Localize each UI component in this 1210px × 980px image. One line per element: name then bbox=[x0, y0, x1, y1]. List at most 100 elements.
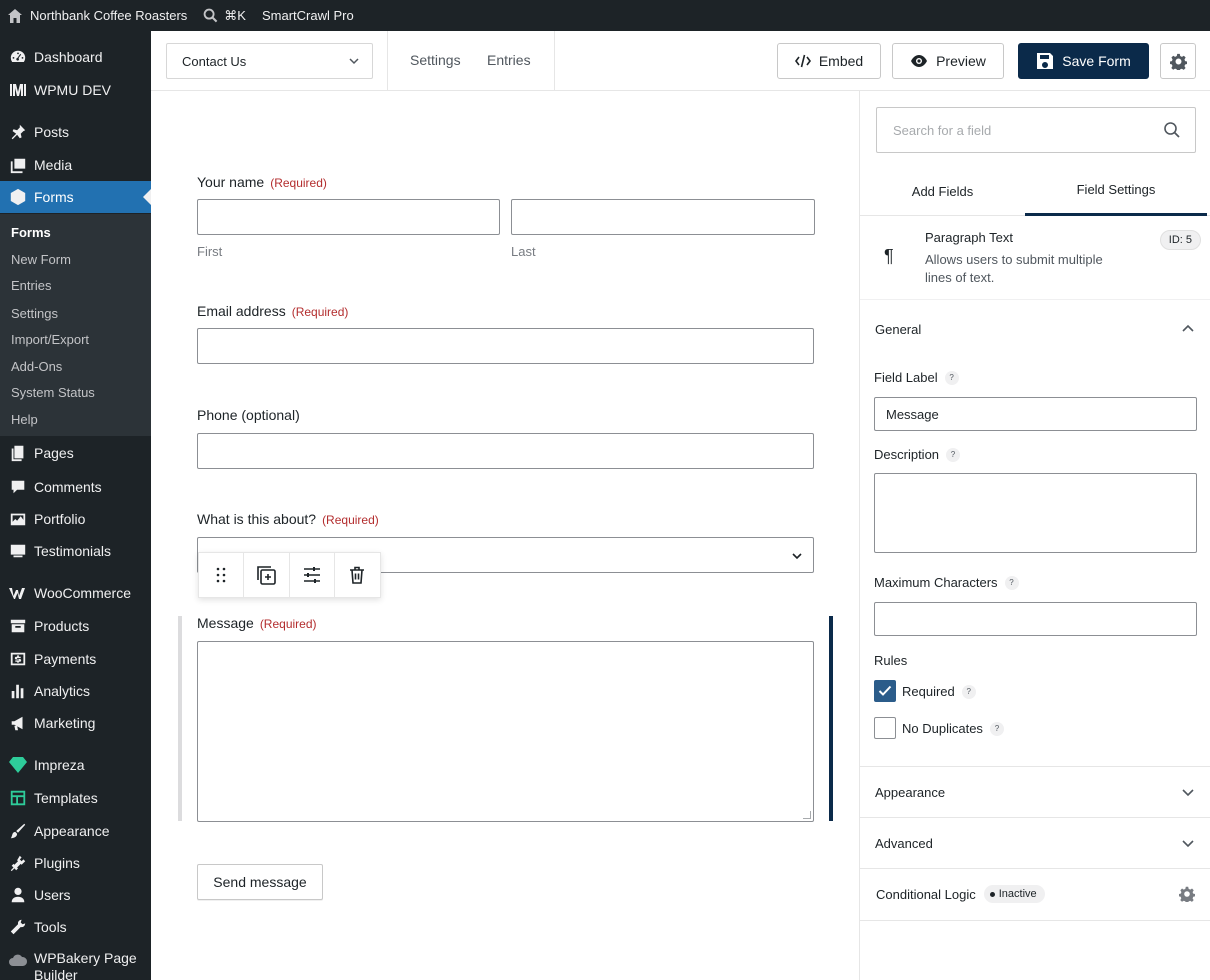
required-checkbox[interactable] bbox=[874, 680, 896, 702]
field-type-description: Allows users to submit multiple lines of… bbox=[925, 252, 1103, 285]
save-form-button[interactable]: Save Form bbox=[1018, 43, 1149, 79]
sidebar-item-label: Comments bbox=[34, 479, 102, 495]
send-message-button[interactable]: Send message bbox=[197, 864, 323, 900]
help-icon[interactable]: ? bbox=[989, 721, 1004, 736]
sidebar-item-users[interactable]: Users bbox=[0, 879, 151, 911]
delete-field-button[interactable] bbox=[335, 553, 380, 597]
description-textarea[interactable] bbox=[874, 473, 1197, 553]
megaphone-icon bbox=[8, 713, 28, 733]
entries-link[interactable]: Entries bbox=[487, 52, 531, 68]
sidebar-item-plugins[interactable]: Plugins bbox=[0, 847, 151, 879]
sidebar-item-comments[interactable]: Comments bbox=[0, 471, 151, 503]
duplicate-field-button[interactable] bbox=[244, 553, 290, 597]
site-name-link[interactable]: Northbank Coffee Roasters bbox=[0, 0, 195, 31]
sidebar-item-testimonials[interactable]: Testimonials bbox=[0, 535, 151, 567]
sidebar-item-impreza[interactable]: Impreza bbox=[0, 749, 151, 781]
user-icon bbox=[8, 885, 28, 905]
last-name-input[interactable] bbox=[511, 199, 815, 235]
section-appearance[interactable]: Appearance bbox=[860, 767, 1210, 817]
sidebar-item-wpmudev[interactable]: WPMU DEV bbox=[0, 74, 151, 106]
panel-tabs: Add Fields Field Settings bbox=[860, 166, 1210, 216]
submenu-item-help[interactable]: Help bbox=[11, 412, 38, 427]
field-search-input[interactable] bbox=[893, 122, 1153, 138]
sidebar-item-label: Testimonials bbox=[34, 543, 112, 559]
smartcrawl-link[interactable]: SmartCrawl Pro bbox=[254, 0, 362, 31]
admin-bar: Northbank Coffee Roasters ⌘K SmartCrawl … bbox=[0, 0, 1210, 31]
name-label-text: Your name bbox=[197, 174, 265, 190]
save-form-label: Save Form bbox=[1062, 53, 1131, 69]
sidebar-item-templates[interactable]: Templates bbox=[0, 782, 151, 814]
sidebar-item-media[interactable]: Media bbox=[0, 149, 151, 181]
section-general[interactable]: General bbox=[860, 304, 1210, 354]
tab-field-settings[interactable]: Field Settings bbox=[1025, 166, 1207, 216]
topic-label-text: What is this about? bbox=[197, 511, 317, 527]
plug-icon bbox=[8, 853, 28, 873]
field-search[interactable] bbox=[876, 107, 1196, 153]
sidebar-item-label: Payments bbox=[34, 651, 97, 667]
form-select[interactable]: Contact Us bbox=[166, 43, 373, 79]
sidebar-item-appearance[interactable]: Appearance bbox=[0, 815, 151, 847]
field-label-input[interactable]: Message bbox=[874, 397, 1197, 431]
sidebar-item-payments[interactable]: Payments bbox=[0, 643, 151, 675]
sidebar-item-portfolio[interactable]: Portfolio bbox=[0, 503, 151, 535]
phone-field-label: Phone (optional) bbox=[197, 407, 300, 423]
embed-label: Embed bbox=[818, 53, 864, 69]
submenu-item-forms[interactable]: Forms bbox=[11, 225, 51, 240]
forms-submenu: Forms New Form Entries Settings Import/E… bbox=[0, 214, 151, 436]
no-duplicates-checkbox[interactable] bbox=[874, 717, 896, 739]
field-action-toolbar bbox=[198, 552, 381, 598]
drag-handle-icon bbox=[216, 567, 226, 583]
section-conditional-logic[interactable]: Conditional Logic Inactive bbox=[860, 869, 1210, 919]
sidebar-item-posts[interactable]: Posts bbox=[0, 116, 151, 148]
checkmark-icon bbox=[878, 685, 892, 696]
submenu-item-entries[interactable]: Entries bbox=[11, 278, 51, 293]
help-icon[interactable]: ? bbox=[944, 370, 959, 385]
testimonials-icon bbox=[8, 541, 28, 561]
field-settings-button[interactable] bbox=[290, 553, 335, 597]
message-field-label: Message (Required) bbox=[197, 615, 317, 631]
sidebar-item-pages[interactable]: Pages bbox=[0, 437, 151, 469]
embed-button[interactable]: Embed bbox=[777, 43, 881, 79]
section-advanced[interactable]: Advanced bbox=[860, 818, 1210, 868]
sidebar-item-label: WPBakery Page Builder bbox=[34, 950, 137, 980]
form-settings-button[interactable] bbox=[1160, 43, 1196, 79]
sidebar-item-dashboard[interactable]: Dashboard bbox=[0, 41, 151, 73]
submenu-item-settings[interactable]: Settings bbox=[11, 306, 58, 321]
help-icon[interactable]: ? bbox=[946, 447, 961, 462]
resize-handle[interactable] bbox=[803, 811, 811, 819]
sidebar-item-woocommerce[interactable]: WooCommerce bbox=[0, 577, 151, 609]
sidebar-item-label: Forms bbox=[34, 189, 74, 205]
help-icon[interactable]: ? bbox=[961, 684, 976, 699]
settings-link[interactable]: Settings bbox=[410, 52, 461, 68]
help-icon[interactable]: ? bbox=[1004, 575, 1019, 590]
sidebar-item-wpbakery[interactable]: WPBakery Page Builder bbox=[0, 950, 151, 980]
message-label-text: Message bbox=[197, 615, 254, 631]
sidebar-item-marketing[interactable]: Marketing bbox=[0, 707, 151, 739]
submenu-item-new-form[interactable]: New Form bbox=[11, 252, 71, 267]
form-select-value: Contact Us bbox=[182, 53, 247, 69]
wrench-icon bbox=[8, 917, 28, 937]
first-name-input[interactable] bbox=[197, 199, 500, 235]
message-textarea[interactable] bbox=[197, 641, 814, 822]
section-general-title: General bbox=[875, 321, 922, 337]
sidebar-item-label: Users bbox=[34, 887, 71, 903]
sidebar-item-analytics[interactable]: Analytics bbox=[0, 675, 151, 707]
preview-button[interactable]: Preview bbox=[892, 43, 1004, 79]
submenu-item-add-ons[interactable]: Add-Ons bbox=[11, 359, 62, 374]
required-text: Required bbox=[902, 684, 955, 699]
submenu-item-import-export[interactable]: Import/Export bbox=[11, 332, 89, 347]
submenu-item-system-status[interactable]: System Status bbox=[11, 385, 95, 400]
tab-add-fields[interactable]: Add Fields bbox=[860, 166, 1025, 216]
admin-search[interactable]: ⌘K bbox=[195, 0, 254, 31]
phone-input[interactable] bbox=[197, 433, 814, 469]
home-icon bbox=[8, 8, 22, 23]
email-input[interactable] bbox=[197, 328, 814, 364]
max-chars-input[interactable] bbox=[874, 602, 1197, 636]
drag-handle[interactable] bbox=[199, 553, 245, 597]
sidebar-item-label: Tools bbox=[34, 919, 67, 935]
sidebar-item-products[interactable]: Products bbox=[0, 610, 151, 642]
gear-icon[interactable] bbox=[1179, 886, 1195, 902]
sidebar-item-forms[interactable]: Forms bbox=[0, 181, 151, 213]
sidebar-item-label: Templates bbox=[34, 790, 98, 806]
sidebar-item-tools[interactable]: Tools bbox=[0, 911, 151, 943]
